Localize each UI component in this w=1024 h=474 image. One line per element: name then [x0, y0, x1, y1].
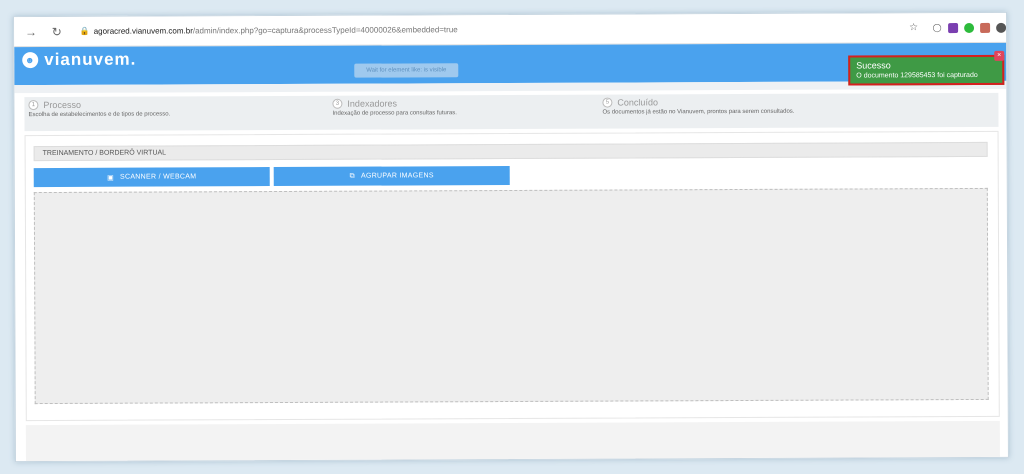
step-title: Concluído [617, 97, 658, 108]
success-toast[interactable]: Sucesso O documento 129585453 foi captur… [848, 50, 1005, 86]
agrupar-button-label: AGRUPAR IMAGENS [360, 172, 434, 180]
step-processo: 1 Processo Escolha de estabelecimentos e… [28, 99, 170, 118]
scanner-button-label: SCANNER / WEBCAM [119, 173, 197, 181]
toast-message: O documento 129585453 foi capturado [856, 71, 978, 80]
process-steps: 1 Processo Escolha de estabelecimentos e… [24, 92, 999, 132]
step-title: Indexadores [347, 98, 397, 109]
red-extension-icon[interactable] [980, 22, 991, 33]
url-path: /admin/index.php?go=captura&processTypeI… [192, 25, 458, 36]
step-number: 3 [332, 98, 343, 109]
close-icon[interactable]: × [994, 50, 1005, 61]
toast-title: Sucesso [856, 60, 891, 71]
image-icon: ▣ [107, 174, 115, 182]
step-number: 5 [602, 97, 613, 108]
forward-icon[interactable]: → [22, 23, 40, 41]
vianuvem-logo[interactable]: ☻ vianuvem. [22, 50, 136, 70]
purple-extension-icon[interactable] [948, 22, 959, 33]
scanner-webcam-button[interactable]: ▣ SCANNER / WEBCAM [33, 167, 270, 188]
step-description: Indexação de processo para consultas fut… [332, 110, 457, 117]
step-number: 1 [28, 100, 39, 111]
extension-icons: ◯ [932, 22, 1007, 33]
logo-text: vianuvem. [44, 49, 137, 70]
address-bar[interactable]: 🔒 agoracred.vianuvem.com.br /admin/index… [73, 17, 925, 42]
logo-face-icon: ☻ [22, 52, 39, 69]
shield-extension-icon[interactable]: ◯ [932, 23, 942, 33]
step-concluido: 5 Concluído Os documentos já estão no Vi… [602, 97, 794, 116]
reload-icon[interactable]: ↻ [48, 22, 66, 40]
lock-icon: 🔒 [79, 26, 90, 36]
bookmark-star-icon[interactable]: ☆ [909, 22, 918, 33]
step-description: Os documentos já estão no Vianuvem, pron… [602, 108, 795, 116]
profile-icon[interactable] [996, 22, 1007, 33]
step-title: Processo [43, 99, 81, 111]
browser-toolbar: → ↻ 🔒 agoracred.vianuvem.com.br /admin/i… [14, 12, 1007, 48]
step-indexadores: 3 Indexadores Indexação de processo para… [332, 98, 457, 117]
image-dropzone[interactable] [33, 187, 989, 405]
url-host: agoracred.vianuvem.com.br [93, 26, 193, 36]
footer-area [25, 420, 1000, 462]
capture-panel: TREINAMENTO / BORDERÔ VIRTUAL ▣ SCANNER … [24, 130, 1000, 422]
browser-window: → ↻ 🔒 agoracred.vianuvem.com.br /admin/i… [13, 11, 1009, 463]
panel-title: TREINAMENTO / BORDERÔ VIRTUAL [33, 141, 988, 162]
green-extension-icon[interactable] [964, 22, 975, 33]
hint-box: Wait for element like: is visible [354, 63, 459, 78]
copy-icon: ⧉ [349, 172, 355, 180]
agrupar-imagens-button[interactable]: ⧉ AGRUPAR IMAGENS [273, 166, 510, 187]
step-description: Escolha de estabelecimentos e de tipos d… [28, 111, 171, 119]
